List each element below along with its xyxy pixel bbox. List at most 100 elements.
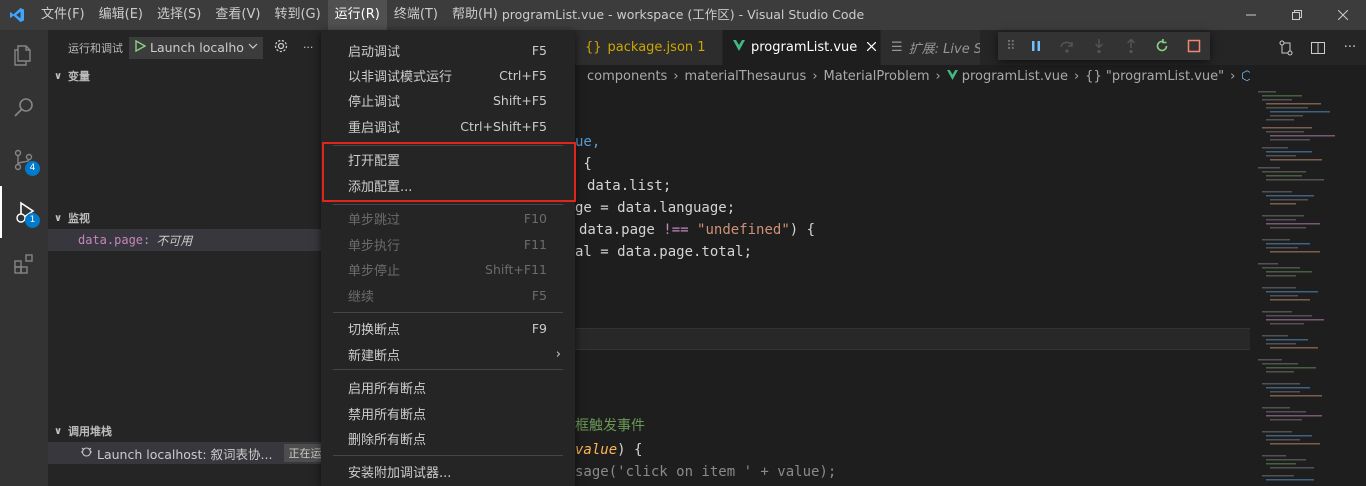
- restore-icon[interactable]: [1274, 0, 1320, 30]
- pause-icon[interactable]: [1020, 32, 1052, 60]
- chevron-right-icon: ›: [812, 68, 818, 84]
- run-debug-icon[interactable]: 1: [0, 186, 48, 238]
- close-tab-icon[interactable]: [866, 40, 877, 55]
- menu-item-step-into[interactable]: 单步执行 F11: [321, 231, 575, 257]
- breadcrumb-item[interactable]: materialThesaurus: [685, 69, 807, 84]
- debug-header-title: 运行和调试: [68, 41, 123, 55]
- menu-item-enable-all-breakpoints[interactable]: 启用所有断点: [321, 374, 575, 400]
- step-over-icon[interactable]: [1052, 32, 1084, 60]
- menu-terminal[interactable]: 终端(T): [387, 0, 445, 30]
- extension-icon: ☰: [891, 40, 903, 55]
- breadcrumb: components › materialThesaurus › MaterialP…: [575, 65, 1250, 87]
- restart-icon[interactable]: [1147, 32, 1179, 60]
- launch-config-select[interactable]: Launch localho: [129, 36, 263, 59]
- search-icon[interactable]: [0, 82, 48, 134]
- watch-expression-row[interactable]: data.page: 不可用: [48, 229, 332, 251]
- menu-item-remove-all-breakpoints[interactable]: 删除所有断点: [321, 425, 575, 451]
- menu-help[interactable]: 帮助(H): [445, 0, 505, 30]
- close-window-icon[interactable]: [1320, 0, 1366, 30]
- code-line: ue,: [575, 134, 601, 150]
- callstack-item-label: Launch localhost: 叙词表协...: [97, 446, 273, 462]
- launch-config-label: Launch localho: [150, 40, 244, 55]
- split-editor-icon[interactable]: [1302, 30, 1334, 65]
- breadcrumb-item[interactable]: MaterialProblem: [824, 69, 930, 84]
- editor-tabs: {} package.json 1 programList.vue ☰ 扩展: …: [575, 30, 1366, 65]
- menu-item-step-out[interactable]: 单步停止 Shift+F11: [321, 256, 575, 282]
- menu-item-restart-debugging[interactable]: 重启调试 Ctrl+Shift+F5: [321, 113, 575, 139]
- chevron-right-icon: ›: [1073, 68, 1080, 84]
- menu-item-disable-all-breakpoints[interactable]: 禁用所有断点: [321, 400, 575, 426]
- code-line: al = data.page.total;: [575, 244, 753, 260]
- menu-run[interactable]: 运行(R): [327, 0, 387, 30]
- menu-bar: 文件(F) 编辑(E) 选择(S) 查看(V) 转到(G) 运行(R) 终端(T…: [34, 0, 505, 30]
- menu-selection[interactable]: 选择(S): [150, 0, 208, 30]
- tab-package-json[interactable]: {} package.json 1: [575, 30, 723, 65]
- watch-expression: data.page:: [78, 233, 151, 247]
- activity-bar: 4 1: [0, 30, 48, 486]
- variables-title: 变量: [68, 70, 90, 83]
- variables-panel: [48, 87, 332, 207]
- menu-item-run-without-debugging[interactable]: 以非调试模式运行 Ctrl+F5: [321, 62, 575, 88]
- callstack-title: 调用堆栈: [68, 425, 112, 438]
- code-editor[interactable]: ue, { data.list; ge = data.language; dat…: [575, 87, 1250, 486]
- stop-icon[interactable]: [1178, 32, 1210, 60]
- menu-separator: [333, 369, 563, 370]
- menu-item-step-over[interactable]: 单步跳过 F10: [321, 205, 575, 231]
- menu-item-stop-debugging[interactable]: 停止调试 Shift+F5: [321, 87, 575, 113]
- menu-item-toggle-breakpoint[interactable]: 切换断点 F9: [321, 315, 575, 341]
- menu-item-start-debugging[interactable]: 启动调试 F5: [321, 37, 575, 63]
- watch-section-header[interactable]: ∨ 监视: [48, 207, 332, 229]
- code-line: data.list;: [587, 178, 672, 194]
- gear-icon[interactable]: [273, 38, 289, 57]
- menu-file[interactable]: 文件(F): [34, 0, 92, 30]
- code-line: ge = data.language;: [575, 200, 736, 216]
- chevron-right-icon: ›: [555, 346, 561, 362]
- cube-icon: ⬡: [1241, 68, 1250, 84]
- more-actions-icon[interactable]: ···: [303, 41, 314, 54]
- minimap[interactable]: [1250, 87, 1366, 486]
- callstack-item[interactable]: Launch localhost: 叙词表协... 正在运行: [48, 442, 332, 464]
- menu-edit[interactable]: 编辑(E): [92, 0, 150, 30]
- window-controls: [1228, 0, 1366, 30]
- breadcrumb-item[interactable]: {} "programList.vue": [1085, 69, 1224, 84]
- debug-sidebar: 运行和调试 Launch localho ··· ∨ 变量 ∨ 监视 data.…: [48, 30, 332, 486]
- menu-item-new-breakpoint[interactable]: 新建断点 ›: [321, 341, 575, 367]
- compare-changes-icon[interactable]: [1270, 30, 1302, 65]
- menu-go[interactable]: 转到(G): [267, 0, 327, 30]
- step-into-icon[interactable]: [1083, 32, 1115, 60]
- source-control-icon[interactable]: 4: [0, 134, 48, 186]
- run-menu: 启动调试 F5 以非调试模式运行 Ctrl+F5 停止调试 Shift+F5 重启调试…: [321, 30, 575, 486]
- vue-icon: [946, 69, 958, 84]
- callstack-section-header[interactable]: ∨ 调用堆栈: [48, 420, 332, 442]
- step-out-icon[interactable]: [1115, 32, 1147, 60]
- extensions-icon[interactable]: [0, 238, 48, 290]
- vscode-logo-icon: [0, 0, 34, 30]
- chevron-right-icon: ›: [935, 68, 941, 84]
- code-comment: 框触发事件: [575, 418, 645, 434]
- debug-session-icon: [80, 445, 93, 461]
- more-actions-icon[interactable]: ···: [1334, 30, 1366, 65]
- current-line-highlight: [575, 328, 1250, 350]
- start-debug-icon[interactable]: [134, 39, 147, 55]
- watch-value: 不可用: [156, 233, 193, 248]
- drag-handle-icon[interactable]: ⠿: [1002, 32, 1020, 60]
- highlight-box: [322, 142, 576, 202]
- breadcrumb-item[interactable]: programList.vue: [962, 69, 1068, 84]
- explorer-icon[interactable]: [0, 30, 48, 82]
- variables-section-header[interactable]: ∨ 变量: [48, 65, 332, 87]
- menu-item-continue[interactable]: 继续 F5: [321, 282, 575, 308]
- tab-extension-live-server[interactable]: ☰ 扩展: Live Serv: [881, 30, 981, 65]
- chevron-down-icon: ∨: [54, 70, 63, 82]
- editor-actions: ···: [1270, 30, 1366, 65]
- minimize-icon[interactable]: [1228, 0, 1274, 30]
- tab-label: programList.vue: [751, 40, 858, 55]
- code-line: {: [575, 156, 592, 172]
- menu-item-install-debuggers[interactable]: 安装附加调试器...: [321, 458, 575, 484]
- menu-separator: [333, 455, 563, 456]
- menu-view[interactable]: 查看(V): [208, 0, 267, 30]
- tab-label: 扩展: Live Serv: [908, 42, 980, 57]
- tab-program-list-vue[interactable]: programList.vue: [723, 30, 881, 65]
- breadcrumb-item[interactable]: components: [587, 69, 667, 84]
- chevron-right-icon: ›: [1230, 68, 1236, 84]
- code-line: sage('click on item ' + value);: [575, 464, 837, 480]
